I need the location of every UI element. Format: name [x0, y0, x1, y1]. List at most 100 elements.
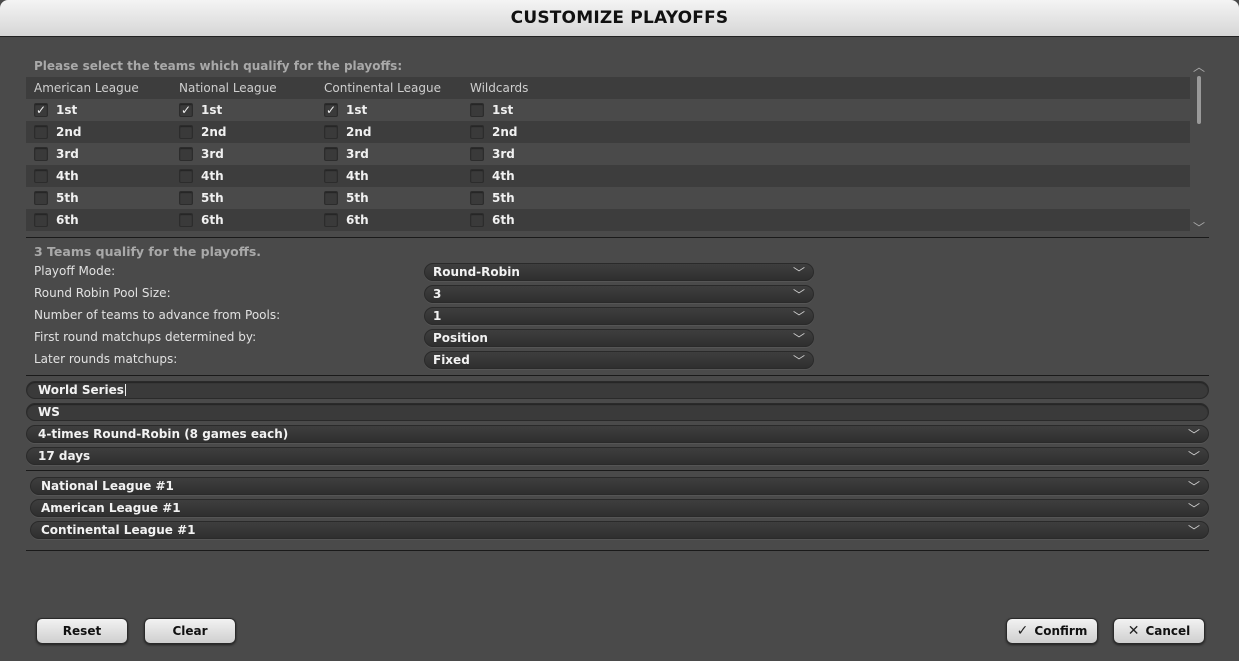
team-checkbox-cell[interactable]: 4th	[34, 165, 79, 187]
cancel-button[interactable]: ✕ Cancel	[1113, 618, 1205, 644]
checkbox[interactable]	[179, 125, 193, 139]
team-checkbox-cell[interactable]: 6th	[324, 209, 369, 231]
scroll-thumb[interactable]	[1197, 76, 1201, 124]
grid-row: 6th 6th 6th 6th	[26, 209, 1190, 231]
team-checkbox-cell[interactable]: 3rd	[179, 143, 224, 165]
checkbox[interactable]	[324, 191, 338, 205]
team-checkbox-cell[interactable]: 1st	[470, 99, 513, 121]
checkbox[interactable]	[324, 169, 338, 183]
checkbox[interactable]	[34, 169, 48, 183]
seed-1-dropdown[interactable]: National League #1 ﹀	[30, 477, 1209, 495]
team-checkbox-cell[interactable]: 2nd	[470, 121, 517, 143]
team-checkbox-cell[interactable]: ✓ 1st	[324, 99, 367, 121]
checkbox[interactable]	[324, 125, 338, 139]
team-grid-scrollbar[interactable]: ︿ ﹀	[1190, 58, 1208, 236]
checkbox-checked[interactable]: ✓	[324, 103, 338, 117]
checkbox[interactable]	[179, 147, 193, 161]
team-checkbox-cell[interactable]: 5th	[324, 187, 369, 209]
team-checkbox-cell[interactable]: 4th	[179, 165, 224, 187]
position-label: 6th	[346, 213, 369, 227]
checkbox[interactable]	[34, 147, 48, 161]
column-national-league: National League	[179, 81, 277, 95]
chevron-down-icon: ﹀	[1187, 450, 1200, 464]
position-label: 5th	[56, 191, 79, 205]
checkbox[interactable]	[470, 191, 484, 205]
checkbox[interactable]	[324, 213, 338, 227]
later-rounds-dropdown[interactable]: Fixed ﹀	[424, 351, 814, 369]
reset-button[interactable]: Reset	[36, 618, 128, 644]
team-checkbox-cell[interactable]: 5th	[470, 187, 515, 209]
position-label: 1st	[201, 103, 223, 117]
position-label: 4th	[56, 169, 79, 183]
chevron-down-icon: ﹀	[792, 266, 805, 280]
series-name-value: World Series	[38, 383, 124, 397]
team-checkbox-cell[interactable]: 6th	[470, 209, 515, 231]
series-name-input[interactable]: World Series	[26, 381, 1209, 399]
position-label: 4th	[346, 169, 369, 183]
team-checkbox-cell[interactable]: 4th	[324, 165, 369, 187]
team-checkbox-cell[interactable]: 2nd	[179, 121, 226, 143]
team-checkbox-cell[interactable]: ✓ 1st	[34, 99, 77, 121]
checkmark-icon: ✓	[180, 103, 192, 117]
checkbox-checked[interactable]: ✓	[34, 103, 48, 117]
chevron-down-icon: ﹀	[792, 310, 805, 324]
seed-3-dropdown[interactable]: Continental League #1 ﹀	[30, 521, 1209, 539]
team-checkbox-cell[interactable]: 2nd	[324, 121, 371, 143]
team-checkbox-cell[interactable]: 5th	[34, 187, 79, 209]
series-abbreviation-value: WS	[38, 405, 60, 419]
series-duration-dropdown[interactable]: 17 days ﹀	[26, 447, 1209, 465]
position-label: 2nd	[201, 125, 227, 139]
checkmark-icon: ✓	[325, 103, 337, 117]
team-checkbox-cell[interactable]: 6th	[179, 209, 224, 231]
seed-1-value: National League #1	[41, 479, 174, 493]
position-label: 6th	[56, 213, 79, 227]
first-round-value: Position	[433, 331, 488, 345]
advance-teams-dropdown[interactable]: 1 ﹀	[424, 307, 814, 325]
position-label: 6th	[201, 213, 224, 227]
checkbox[interactable]	[34, 125, 48, 139]
team-checkbox-cell[interactable]: 3rd	[324, 143, 369, 165]
scroll-up-icon[interactable]: ︿	[1193, 58, 1205, 75]
series-format-dropdown[interactable]: 4-times Round-Robin (8 games each) ﹀	[26, 425, 1209, 443]
checkbox[interactable]	[179, 191, 193, 205]
first-round-label: First round matchups determined by:	[34, 330, 257, 344]
checkbox[interactable]	[470, 213, 484, 227]
checkbox[interactable]	[34, 213, 48, 227]
position-label: 4th	[201, 169, 224, 183]
divider	[26, 237, 1209, 238]
team-checkbox-cell[interactable]: 5th	[179, 187, 224, 209]
team-checkbox-cell[interactable]: 2nd	[34, 121, 81, 143]
grid-header: American League National League Continen…	[26, 77, 1190, 99]
checkbox-checked[interactable]: ✓	[179, 103, 193, 117]
pool-size-label: Round Robin Pool Size:	[34, 286, 171, 300]
grid-row: 2nd 2nd 2nd 2nd	[26, 121, 1190, 143]
pool-size-dropdown[interactable]: 3 ﹀	[424, 285, 814, 303]
scroll-down-icon[interactable]: ﹀	[1193, 219, 1205, 236]
team-checkbox-cell[interactable]: ✓ 1st	[179, 99, 222, 121]
checkbox[interactable]	[324, 147, 338, 161]
checkbox[interactable]	[179, 213, 193, 227]
team-checkbox-cell[interactable]: 6th	[34, 209, 79, 231]
checkbox[interactable]	[470, 147, 484, 161]
position-label: 2nd	[56, 125, 82, 139]
seed-3-value: Continental League #1	[41, 523, 196, 537]
series-abbreviation-input[interactable]: WS	[26, 403, 1209, 421]
checkbox[interactable]	[470, 103, 484, 117]
position-label: 3rd	[201, 147, 224, 161]
grid-row: 4th 4th 4th 4th	[26, 165, 1190, 187]
position-label: 2nd	[346, 125, 372, 139]
checkbox[interactable]	[470, 125, 484, 139]
title-bar: CUSTOMIZE PLAYOFFS	[0, 0, 1239, 37]
team-checkbox-cell[interactable]: 3rd	[470, 143, 515, 165]
advance-teams-value: 1	[433, 309, 442, 323]
team-checkbox-cell[interactable]: 3rd	[34, 143, 79, 165]
checkbox[interactable]	[34, 191, 48, 205]
team-checkbox-cell[interactable]: 4th	[470, 165, 515, 187]
playoff-mode-dropdown[interactable]: Round-Robin ﹀	[424, 263, 814, 281]
first-round-dropdown[interactable]: Position ﹀	[424, 329, 814, 347]
clear-button[interactable]: Clear	[144, 618, 236, 644]
checkbox[interactable]	[470, 169, 484, 183]
checkbox[interactable]	[179, 169, 193, 183]
confirm-button[interactable]: ✓ Confirm	[1006, 618, 1098, 644]
seed-2-dropdown[interactable]: American League #1 ﹀	[30, 499, 1209, 517]
